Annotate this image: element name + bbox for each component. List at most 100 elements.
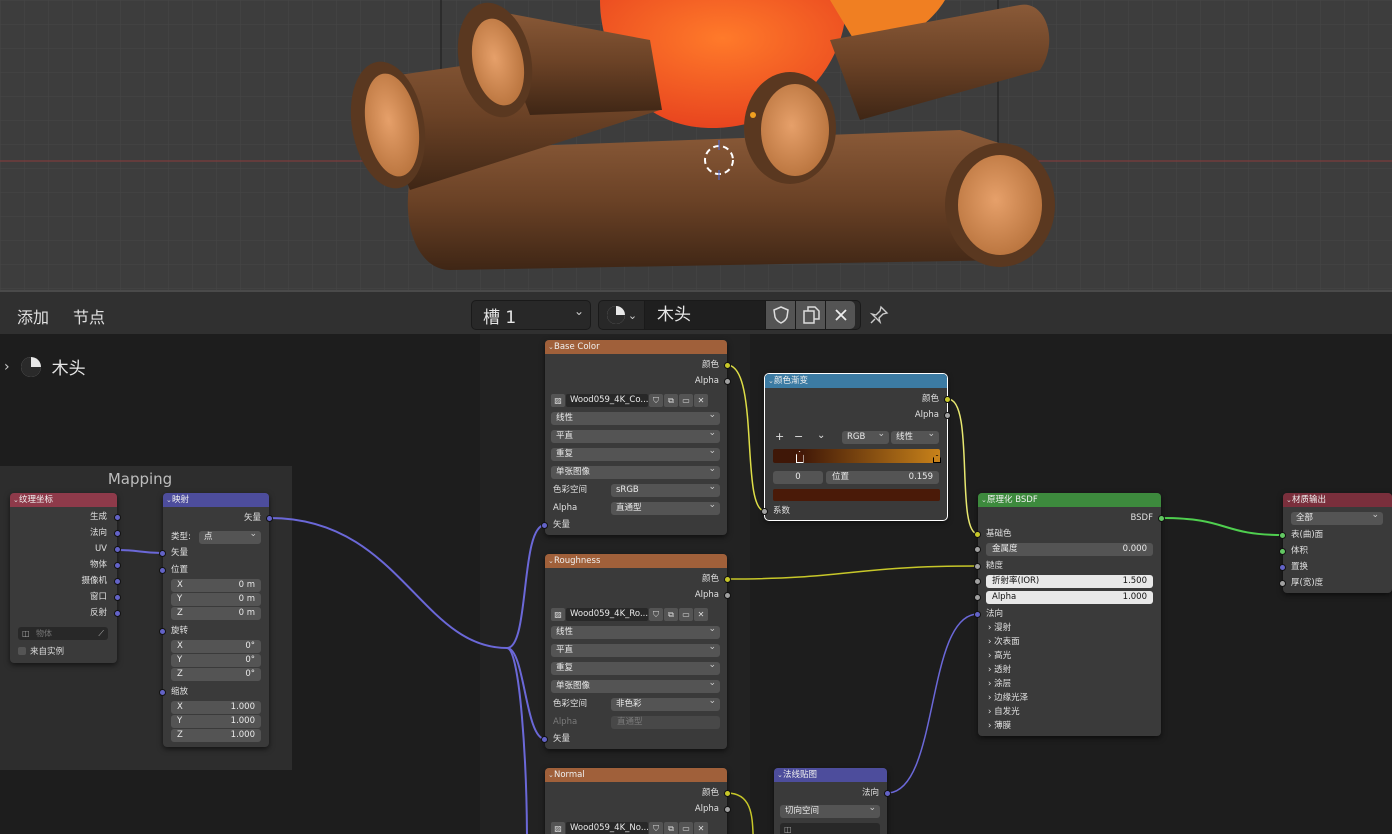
open-folder-icon[interactable]: ▭ — [679, 821, 693, 834]
fake-user-shield-icon[interactable] — [765, 301, 795, 329]
socket-alpha-out[interactable] — [944, 412, 951, 419]
socket-alpha[interactable] — [974, 594, 981, 601]
rotation-x-field[interactable]: X 0° — [171, 640, 261, 653]
target-dropdown[interactable]: 全部 — [1291, 509, 1383, 525]
roughness-texture-node[interactable]: ⌄ Roughness 颜色 Alpha ▨ Wood059_4K_Ro... ⛉… — [541, 554, 731, 749]
close-icon[interactable]: ✕ — [694, 607, 708, 621]
colorspace-dropdown[interactable]: 非色彩 — [611, 695, 720, 711]
socket-roughness[interactable] — [974, 563, 981, 570]
socket-base-color[interactable] — [974, 531, 981, 538]
socket-rotation[interactable] — [159, 628, 166, 635]
panel-sheen[interactable]: › 边缘光泽 — [988, 691, 1028, 705]
normal-texture-node[interactable]: ⌄ Normal 颜色 Alpha ▨ Wood059_4K_No... ⛉ ⧉ … — [545, 768, 731, 834]
socket-color-out[interactable] — [944, 396, 951, 403]
image-browse-icon[interactable]: ▨ — [551, 821, 565, 834]
socket-window[interactable] — [114, 594, 121, 601]
node-menu[interactable]: 节点 — [73, 304, 105, 328]
alpha-mode-dropdown[interactable]: 直通型 — [611, 499, 720, 515]
space-dropdown[interactable]: 切向空间 — [780, 802, 880, 818]
ramp-stop-handle[interactable] — [795, 451, 804, 463]
slot-dropdown[interactable]: 槽 1 ⌄ — [471, 300, 591, 330]
socket-normal[interactable] — [974, 611, 981, 618]
add-stop-button[interactable]: + — [775, 430, 784, 444]
node-editor-canvas[interactable]: › 木头 Mapping ⌄ 纹理坐标 生成 法向 UV 物体 摄像机 窗口 反… — [0, 334, 1392, 834]
panel-emission[interactable]: › 自发光 — [988, 705, 1020, 719]
socket-location[interactable] — [159, 567, 166, 574]
ramp-menu-chevron-icon[interactable]: ⌄ — [817, 429, 825, 443]
collapse-chevron-icon[interactable]: ⌄ — [777, 768, 783, 782]
ior-field[interactable]: 折射率(IOR) 1.500 — [986, 575, 1153, 588]
interpolation-dropdown[interactable]: 线性 — [551, 623, 720, 639]
socket-vector-in[interactable] — [541, 736, 548, 743]
socket-generated[interactable] — [114, 514, 121, 521]
panel-coat[interactable]: › 涂层 — [988, 677, 1011, 691]
image-name[interactable]: Wood059_4K_Ro... — [566, 607, 648, 621]
socket-thickness[interactable] — [1279, 580, 1286, 587]
color-mode-dropdown[interactable]: RGB — [842, 428, 889, 444]
collapse-chevron-icon[interactable]: ⌄ — [166, 493, 172, 507]
rotation-z-field[interactable]: Z 0° — [171, 668, 261, 681]
duplicate-icon[interactable] — [795, 301, 825, 329]
alpha-field[interactable]: Alpha 1.000 — [986, 591, 1153, 604]
socket-camera[interactable] — [114, 578, 121, 585]
image-name[interactable]: Wood059_4K_No... — [566, 821, 648, 834]
duplicate-icon[interactable]: ⧉ — [664, 393, 678, 407]
material-browse-button[interactable]: ⌄ — [599, 301, 645, 329]
fake-user-shield-icon[interactable]: ⛉ — [649, 393, 663, 407]
remove-stop-button[interactable]: − — [794, 430, 803, 444]
base-color-texture-node[interactable]: ⌄ Base Color 颜色 Alpha ▨ Wood059_4K_Co... … — [541, 340, 731, 535]
unlink-close-icon[interactable] — [825, 301, 855, 329]
location-y-field[interactable]: Y 0 m — [171, 593, 261, 606]
location-x-field[interactable]: X 0 m — [171, 579, 261, 592]
material-output-node[interactable]: ⌄材质输出 全部 表(曲)面 体积 置换 厚(宽)度 — [1279, 493, 1392, 593]
socket-surface[interactable] — [1279, 532, 1286, 539]
socket-metallic[interactable] — [974, 546, 981, 553]
panel-subsurface[interactable]: › 次表面 — [988, 635, 1020, 649]
3d-viewport[interactable] — [0, 0, 1392, 290]
principled-bsdf-node[interactable]: ⌄ 原理化 BSDF BSDF 基础色 金属度 0.000 糙度 折射率(IOR) 1… — [974, 493, 1165, 736]
socket-color-out[interactable] — [724, 790, 731, 797]
image-browse-icon[interactable]: ▨ — [551, 607, 565, 621]
socket-vector-in[interactable] — [541, 522, 548, 529]
normal-map-node[interactable]: ⌄法线贴图 法向 切向空间 ◫ — [774, 768, 891, 834]
socket-normal-out[interactable] — [884, 790, 891, 797]
socket-reflection[interactable] — [114, 610, 121, 617]
socket-uv[interactable] — [114, 546, 121, 553]
panel-specular[interactable]: › 高光 — [988, 649, 1011, 663]
scale-x-field[interactable]: X 1.000 — [171, 701, 261, 714]
duplicate-icon[interactable]: ⧉ — [664, 821, 678, 834]
socket-ior[interactable] — [974, 578, 981, 585]
collapse-chevron-icon[interactable]: ⌄ — [1286, 493, 1292, 507]
socket-alpha-out[interactable] — [724, 378, 731, 385]
image-selector[interactable]: ▨ Wood059_4K_No... ⛉ ⧉ ▭ ✕ — [551, 821, 708, 834]
ramp-stop-handle[interactable] — [933, 455, 941, 463]
panel-diffuse[interactable]: › 漫射 — [988, 621, 1011, 635]
fake-user-shield-icon[interactable]: ⛉ — [649, 821, 663, 834]
color-ramp-gradient[interactable] — [773, 449, 941, 463]
socket-alpha-out[interactable] — [724, 592, 731, 599]
socket-vector-in[interactable] — [159, 550, 166, 557]
material-selector[interactable]: ⌄ 木头 — [598, 300, 861, 330]
mapping-node[interactable]: ⌄映射 矢量 类型: 点 矢量 位置 X 0 m Y 0 m Z 0 m 旋转 X 0°… — [159, 493, 273, 747]
eyedropper-icon[interactable]: ⟋ — [98, 627, 104, 640]
socket-displacement[interactable] — [1279, 564, 1286, 571]
close-icon[interactable]: ✕ — [694, 821, 708, 834]
source-dropdown[interactable]: 单张图像 — [551, 677, 720, 693]
extension-dropdown[interactable]: 重复 — [551, 659, 720, 675]
object-field[interactable]: 物体 ◫ ⟋ — [18, 627, 108, 640]
collapse-chevron-icon[interactable]: ⌄ — [13, 493, 19, 507]
type-dropdown[interactable]: 点 — [199, 528, 261, 544]
image-selector[interactable]: ▨ Wood059_4K_Ro... ⛉ ⧉ ▭ ✕ — [551, 607, 708, 621]
interpolation-dropdown[interactable]: 线性 — [551, 409, 720, 425]
socket-vector-out[interactable] — [266, 515, 273, 522]
open-folder-icon[interactable]: ▭ — [679, 393, 693, 407]
metallic-field[interactable]: 金属度 0.000 — [986, 543, 1153, 556]
socket-object[interactable] — [114, 562, 121, 569]
pin-icon[interactable] — [866, 302, 892, 328]
scale-y-field[interactable]: Y 1.000 — [171, 715, 261, 728]
image-browse-icon[interactable]: ▨ — [551, 393, 565, 407]
image-name[interactable]: Wood059_4K_Co... — [566, 393, 648, 407]
ramp-interp-dropdown[interactable]: 线性 — [891, 428, 939, 444]
collapse-chevron-icon[interactable]: ⌄ — [548, 340, 554, 354]
stop-position-field[interactable]: 位置 0.159 — [826, 471, 939, 484]
